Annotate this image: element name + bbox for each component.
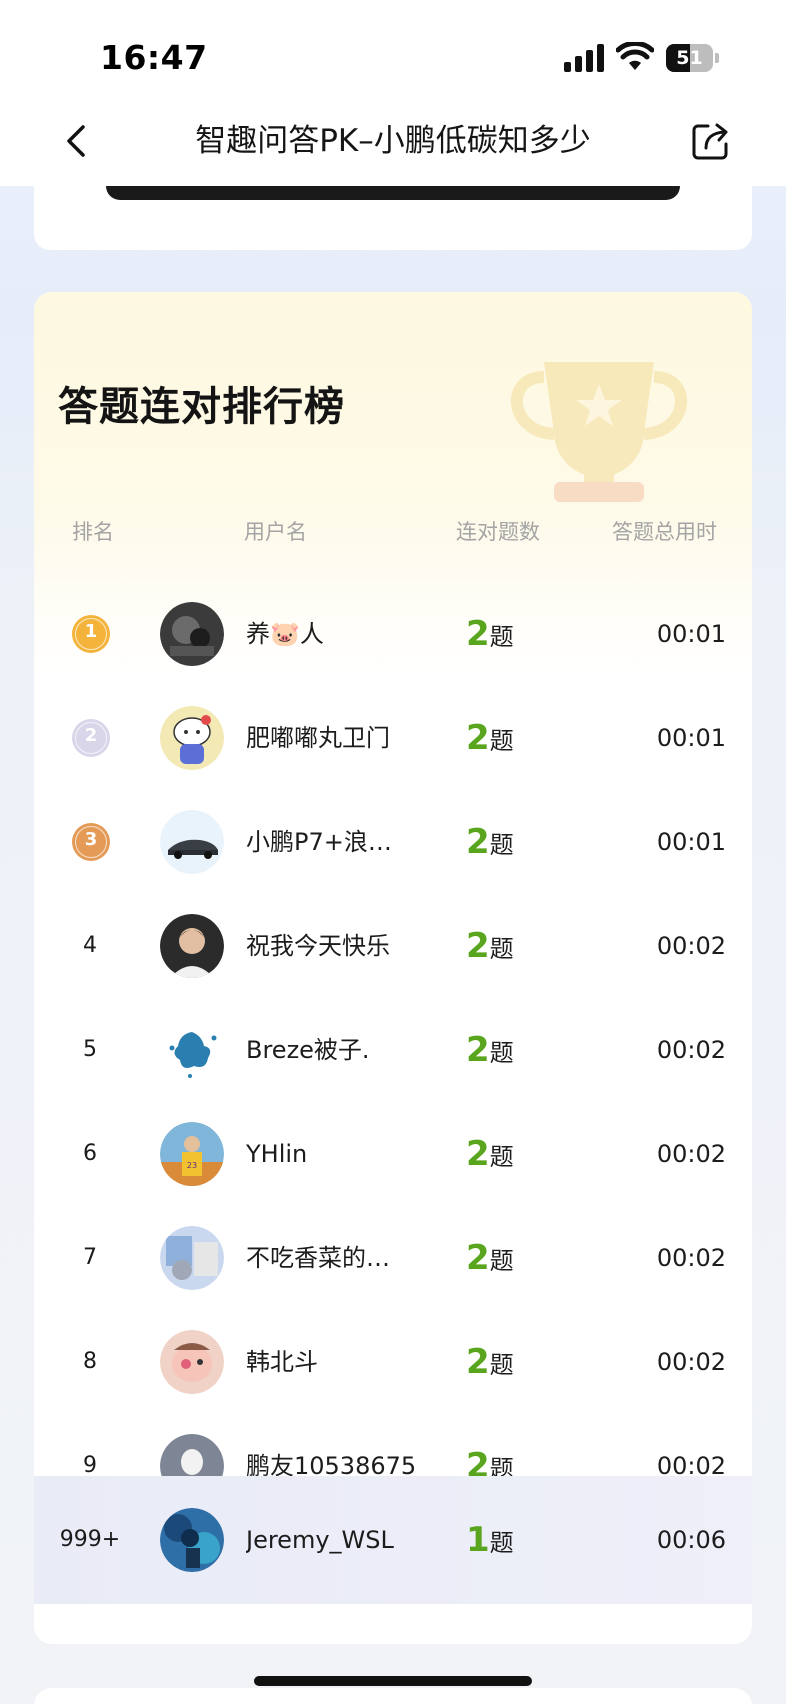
correct-count-unit: 题: [489, 1143, 514, 1171]
leaderboard-row[interactable]: 3 小鹏P7+浪… 2题 00:01: [34, 790, 752, 894]
rank-number: 8: [83, 1349, 97, 1374]
correct-count-number: 2: [466, 1342, 490, 1382]
correct-count-number: 1: [466, 1520, 490, 1560]
battery-level: 51: [676, 47, 703, 69]
correct-count: 2题: [466, 790, 514, 894]
avatar[interactable]: [160, 1018, 224, 1082]
correct-count-number: 2: [466, 1238, 490, 1278]
leaderboard-row[interactable]: 6 23 YHlin 2题 00:02: [34, 1102, 752, 1206]
username: 养🐷人: [246, 620, 324, 648]
home-indicator[interactable]: [254, 1676, 532, 1686]
leaderboard-title: 答题连对排行榜: [58, 384, 345, 430]
correct-count-unit: 题: [489, 727, 514, 755]
header-rank: 排名: [72, 520, 114, 544]
leaderboard-card: 答题连对排行榜 排名 用户名 连对题数 答题总用时 1 养🐷人 2题 00:01 2 肥嘟…: [34, 292, 752, 1644]
header-time: 答题总用时: [612, 520, 717, 544]
username: Breze被子.: [246, 1036, 370, 1064]
correct-count-number: 2: [466, 1134, 490, 1174]
status-bar: 16:47 51: [0, 0, 786, 100]
total-time: 00:06: [656, 1526, 726, 1554]
username: 不吃香菜的…: [246, 1244, 390, 1272]
svg-text:23: 23: [187, 1161, 197, 1170]
wifi-icon: [616, 42, 654, 70]
header-user: 用户名: [244, 520, 307, 544]
correct-count: 2题: [466, 894, 514, 998]
avatar[interactable]: [160, 1226, 224, 1290]
avatar[interactable]: [160, 810, 224, 874]
chevron-left-icon[interactable]: [54, 118, 100, 164]
total-time: 00:01: [656, 828, 726, 856]
username: 小鹏P7+浪…: [246, 828, 392, 856]
total-time: 00:02: [656, 1244, 726, 1272]
battery-icon: 51: [666, 44, 719, 72]
correct-count-unit: 题: [489, 623, 514, 651]
username: 肥嘟嘟丸卫门: [246, 724, 390, 752]
correct-count: 2题: [466, 582, 514, 686]
rank-number: 6: [83, 1141, 97, 1166]
avatar[interactable]: [160, 1330, 224, 1394]
correct-count-number: 2: [466, 1030, 490, 1070]
total-time: 00:02: [656, 932, 726, 960]
correct-count-unit: 题: [489, 1351, 514, 1379]
correct-count-number: 2: [466, 614, 490, 654]
leaderboard-row[interactable]: 4 祝我今天快乐 2题 00:02: [34, 894, 752, 998]
rank-medal-icon: 1: [72, 615, 110, 653]
correct-count-number: 2: [466, 822, 490, 862]
leaderboard-row[interactable]: 5 Breze被子. 2题 00:02: [34, 998, 752, 1102]
correct-count-number: 2: [466, 926, 490, 966]
my-rank-row[interactable]: 999+ Jeremy_WSL 1题 00:06: [34, 1476, 752, 1604]
page-title: 智趣问答PK–小鹏低碳知多少: [195, 123, 591, 159]
username: Jeremy_WSL: [246, 1526, 394, 1554]
leaderboard-row[interactable]: 7 不吃香菜的… 2题 00:02: [34, 1206, 752, 1310]
rank-number: 4: [83, 933, 97, 958]
next-card: [34, 1688, 752, 1704]
total-time: 00:02: [656, 1036, 726, 1064]
correct-count-unit: 题: [489, 1039, 514, 1067]
username: 祝我今天快乐: [246, 932, 390, 960]
correct-count-unit: 题: [489, 831, 514, 859]
avatar[interactable]: [160, 1508, 224, 1572]
leaderboard-row[interactable]: 1 养🐷人 2题 00:01: [34, 582, 752, 686]
avatar[interactable]: [160, 914, 224, 978]
status-time: 16:47: [100, 38, 208, 77]
leaderboard-row[interactable]: 8 韩北斗 2题 00:02: [34, 1310, 752, 1414]
nav-bar: 智趣问答PK–小鹏低碳知多少: [0, 100, 786, 186]
username: YHlin: [246, 1140, 308, 1168]
correct-count-unit: 题: [489, 1247, 514, 1275]
avatar[interactable]: [160, 602, 224, 666]
avatar[interactable]: [160, 706, 224, 770]
correct-count: 2题: [466, 998, 514, 1102]
header-count: 连对题数: [456, 520, 540, 544]
total-time: 00:01: [656, 620, 726, 648]
correct-count: 2题: [466, 1310, 514, 1414]
trophy-icon: [511, 362, 687, 502]
leaderboard-row[interactable]: 2 肥嘟嘟丸卫门 2题 00:01: [34, 686, 752, 790]
correct-count: 1题: [466, 1476, 514, 1604]
share-icon[interactable]: [688, 118, 734, 164]
total-time: 00:02: [656, 1348, 726, 1376]
previous-card: [34, 186, 752, 250]
correct-count-unit: 题: [489, 935, 514, 963]
rank-medal-icon: 2: [72, 719, 110, 757]
correct-count-unit: 题: [489, 1529, 514, 1557]
correct-count: 2题: [466, 686, 514, 790]
total-time: 00:01: [656, 724, 726, 752]
rank-medal-icon: 3: [72, 823, 110, 861]
rank-number: 7: [83, 1245, 97, 1270]
correct-count: 2题: [466, 1102, 514, 1206]
total-time: 00:02: [656, 1140, 726, 1168]
correct-count-number: 2: [466, 718, 490, 758]
correct-count: 2题: [466, 1206, 514, 1310]
rank-number: 999+: [59, 1527, 121, 1552]
avatar[interactable]: 23: [160, 1122, 224, 1186]
previous-card-button-edge[interactable]: [106, 186, 680, 200]
username: 韩北斗: [246, 1348, 318, 1376]
rank-number: 5: [83, 1037, 97, 1062]
cellular-signal-icon: [564, 44, 604, 72]
